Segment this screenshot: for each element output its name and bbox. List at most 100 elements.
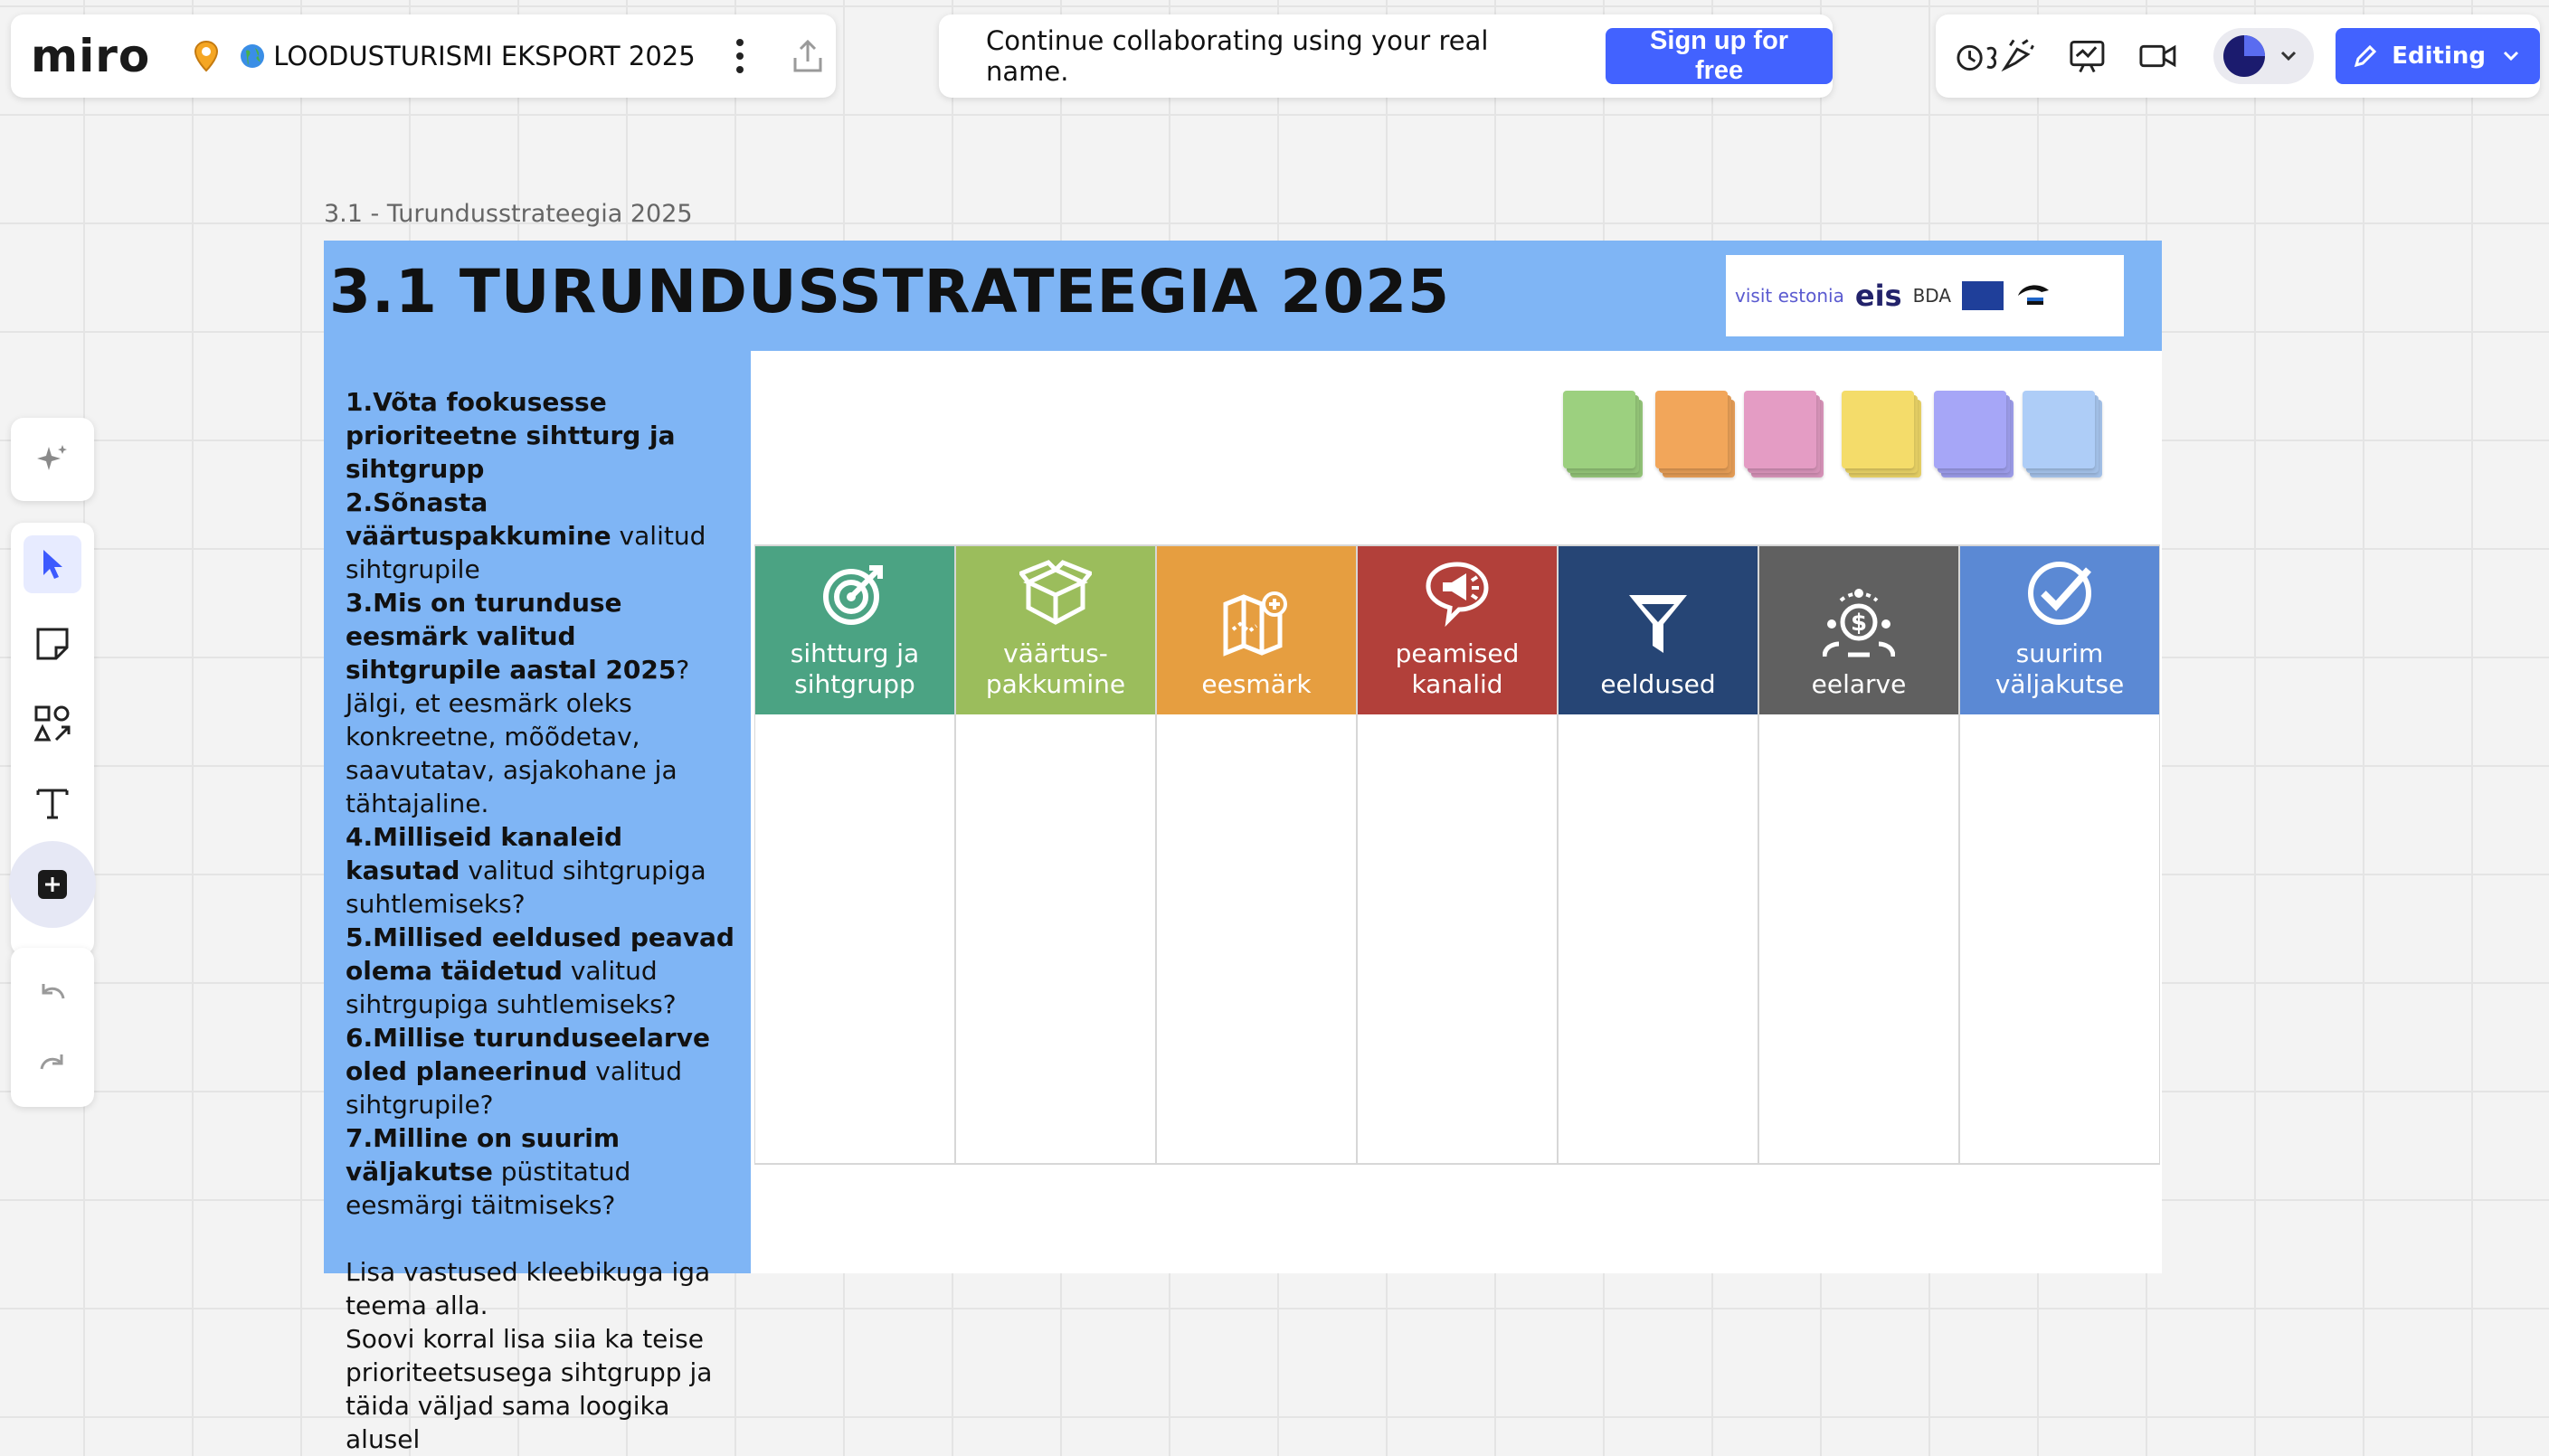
column-label-line-2: pakkumine (985, 669, 1126, 699)
editing-mode-button[interactable]: Editing (2336, 28, 2541, 84)
redo-icon (40, 1054, 63, 1070)
frame-label[interactable]: 3.1 - Turundusstrateegia 2025 (324, 200, 693, 228)
board-title[interactable]: LOODUSTURISMI EKSPORT 2025 (239, 41, 696, 71)
history-toolbar (11, 948, 94, 1107)
eis-logo: eis (1854, 279, 1902, 313)
column-drop-area[interactable] (1960, 714, 2159, 1163)
column-eeldused[interactable]: eeldused (1558, 544, 1758, 1165)
collaboration-tools: Editing (1936, 14, 2541, 98)
pencil-icon (2355, 44, 2377, 68)
sticky-note[interactable] (1744, 391, 1816, 468)
visit-estonia-logo: visit estonia (1735, 285, 1844, 307)
column-eelarve[interactable]: $ eelarve (1758, 544, 1959, 1165)
avatar (2223, 35, 2266, 77)
location-pin-icon[interactable] (188, 38, 224, 74)
column-drop-area[interactable] (755, 714, 954, 1163)
column-drop-area[interactable] (1157, 714, 1356, 1163)
question-3-note: Jälgi, et eesmärk oleks konkreetne, mõõd… (346, 688, 678, 818)
question-3: 3.Mis on turunduse eesmärk valitud sihtg… (346, 588, 677, 685)
column-label-line-1: peamised (1395, 638, 1520, 668)
column-label-line-2: sihtgrupp (794, 669, 915, 699)
column-header: sihtturg ja sihtgrupp (755, 546, 954, 714)
column-label: suurim väljakutse (1995, 638, 2124, 700)
column-väljakutse[interactable]: suurim väljakutse (1959, 544, 2160, 1165)
select-tool[interactable] (24, 535, 81, 593)
column-label: eeldused (1600, 669, 1715, 700)
column-header: peamised kanalid (1358, 546, 1557, 714)
target-icon (823, 565, 883, 625)
frame-title: 3.1 TURUNDUSSTRATEEGIA 2025 (329, 257, 1451, 326)
sparkle-icon (37, 445, 67, 470)
column-pakkumine[interactable]: väärtus-pakkumine (955, 544, 1156, 1165)
column-label: eelarve (1812, 669, 1907, 700)
estonian-crest-icon (2018, 285, 2050, 305)
sticky-note[interactable] (1842, 391, 1914, 468)
sign-up-button[interactable]: Sign up for free (1606, 26, 1833, 85)
column-label-line-1: sihtturg ja (790, 638, 920, 668)
sticky-note-tool[interactable] (24, 615, 81, 673)
shapes-icon (33, 705, 71, 742)
column-drop-area[interactable] (1358, 714, 1557, 1163)
shapes-tool[interactable] (24, 695, 81, 752)
creation-toolbar (9, 523, 96, 955)
budget-icon: $ (1823, 589, 1895, 657)
editing-label: Editing (2392, 43, 2487, 70)
column-label-line-2: väljakutse (1995, 669, 2125, 699)
undo-icon (42, 984, 65, 999)
more-options-icon[interactable] (726, 33, 753, 79)
collaboration-message: Continue collaborating using your real n… (986, 25, 1489, 87)
sticky-note[interactable] (1655, 391, 1728, 468)
plus-box-icon (38, 870, 67, 899)
ai-assist-button[interactable] (24, 430, 81, 488)
sticky-note-icon (36, 628, 69, 660)
frame[interactable]: 3.1 TURUNDUSSTRATEEGIA 2025 visit estoni… (324, 241, 2162, 1454)
column-sihtgrupp[interactable]: sihtturg ja sihtgrupp (754, 544, 955, 1165)
miro-logo[interactable]: miro (31, 30, 150, 82)
redo-button[interactable] (24, 1036, 81, 1094)
column-kanalid[interactable]: peamised kanalid (1357, 544, 1558, 1165)
bda-logo: BDA (1912, 285, 1952, 307)
column-label: sihtturg ja sihtgrupp (791, 638, 919, 700)
strategy-grid: sihtturg ja sihtgrupp väärtus-pakkumine ees… (754, 544, 2160, 1165)
column-drop-area[interactable] (956, 714, 1155, 1163)
ai-toolbar (11, 418, 94, 501)
funnel-icon (1629, 595, 1687, 653)
question-1: 1.Võta fookusesse prioriteetne sihtturg … (346, 387, 676, 484)
export-icon[interactable] (788, 36, 828, 76)
user-avatar-menu[interactable] (2213, 28, 2315, 84)
board-title-text: LOODUSTURISMI EKSPORT 2025 (273, 41, 696, 71)
column-header: $ eelarve (1759, 546, 1958, 714)
column-eesmärk[interactable]: eesmärk (1156, 544, 1357, 1165)
column-label: peamised kanalid (1396, 638, 1520, 700)
sticky-note[interactable] (1934, 391, 2006, 468)
question-2: 2.Sõnasta väärtuspakkumine (346, 487, 611, 551)
column-header: eesmärk (1157, 546, 1356, 714)
undo-button[interactable] (24, 966, 81, 1024)
column-label-line-1: väärtus- (1003, 638, 1108, 668)
cursor-icon (43, 550, 62, 579)
map-icon (1223, 591, 1287, 657)
chevron-down-icon (2281, 51, 2297, 61)
reactions-icon[interactable] (1956, 36, 2035, 76)
text-tool[interactable] (24, 774, 81, 832)
column-label-line-2: eeldused (1600, 669, 1716, 699)
column-drop-area[interactable] (1559, 714, 1758, 1163)
check-badge-icon (2028, 562, 2091, 625)
box-icon (1019, 560, 1092, 625)
instructions-text: 1.Võta fookusesse prioriteetne sihtturg … (346, 385, 734, 1456)
column-label-line-2: eesmärk (1201, 669, 1312, 699)
svg-text:$: $ (1851, 610, 1867, 637)
video-camera-icon[interactable] (2138, 36, 2177, 76)
column-label-line-2: kanalid (1411, 669, 1503, 699)
more-tools-button[interactable] (24, 856, 81, 913)
column-header: väärtus-pakkumine (956, 546, 1155, 714)
partner-logos: visit estonia eis BDA (1726, 255, 2124, 336)
column-label: eesmärk (1201, 669, 1311, 700)
column-drop-area[interactable] (1759, 714, 1958, 1163)
megaphone-icon (1426, 562, 1489, 628)
column-header: eeldused (1559, 546, 1758, 714)
sticky-note[interactable] (1563, 391, 1635, 468)
sticky-note[interactable] (2023, 391, 2095, 468)
presentation-icon[interactable] (2068, 36, 2107, 76)
globe-icon (241, 44, 265, 68)
